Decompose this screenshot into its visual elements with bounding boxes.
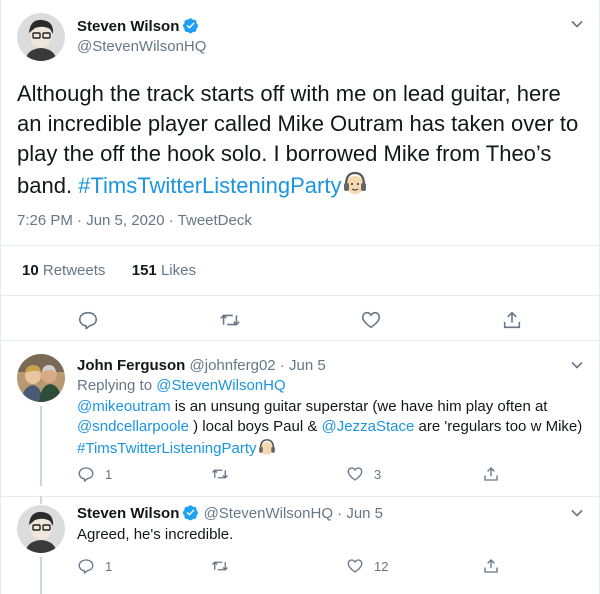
- avatar[interactable]: [17, 505, 65, 553]
- reply-button[interactable]: 1: [77, 557, 112, 575]
- timestamp: 7:26 PM · Jun 5, 2020 · TweetDeck: [17, 212, 252, 229]
- mention-link[interactable]: @StevenWilsonHQ: [156, 377, 285, 394]
- author-block: Steven Wilson @StevenWilsonHQ · Jun 5: [77, 504, 383, 524]
- author-block: Steven Wilson @StevenWilsonHQ: [77, 17, 206, 57]
- hashtag-link[interactable]: #TimsTwitterListeningParty: [78, 173, 341, 198]
- reply-icon[interactable]: [77, 309, 99, 331]
- share-icon: [484, 467, 498, 481]
- likes-stat[interactable]: 151 Likes: [132, 262, 196, 279]
- like-icon: [347, 559, 363, 573]
- like-icon: [347, 467, 363, 481]
- chevron-down-icon[interactable]: [570, 17, 584, 31]
- reply-count: 1: [105, 466, 113, 482]
- verified-icon: [182, 504, 199, 521]
- display-name[interactable]: John Ferguson: [77, 357, 185, 374]
- share-button[interactable]: [482, 465, 510, 483]
- like-icon[interactable]: [360, 309, 382, 331]
- share-button[interactable]: [482, 557, 510, 575]
- retweet-icon: [212, 561, 228, 571]
- tweet-date[interactable]: · Jun 5: [337, 505, 383, 522]
- tweet-stats: 10 Retweets 151 Likes: [22, 262, 196, 279]
- retweet-button[interactable]: [211, 465, 239, 483]
- tweet-source[interactable]: TweetDeck: [178, 212, 252, 229]
- like-button[interactable]: 12: [346, 557, 388, 575]
- reply-button[interactable]: 1: [77, 465, 112, 483]
- divider: [1, 496, 600, 497]
- share-icon[interactable]: [501, 309, 523, 331]
- reply-count: 1: [105, 558, 113, 574]
- reply-text: @mikeoutram is an unsung guitar supersta…: [77, 397, 587, 463]
- reply-text: Agreed, he's incredible.: [77, 526, 234, 543]
- retweet-icon[interactable]: [219, 309, 241, 331]
- headphones-emoji: [341, 169, 369, 205]
- handle[interactable]: @StevenWilsonHQ: [204, 505, 333, 522]
- share-icon: [484, 559, 498, 573]
- divider: [1, 340, 600, 341]
- thread-line: [40, 496, 42, 504]
- divider: [1, 295, 600, 296]
- replying-to: Replying to @StevenWilsonHQ: [77, 377, 286, 394]
- like-count: 3: [374, 466, 382, 482]
- thread-line: [40, 557, 42, 594]
- retweets-stat[interactable]: 10 Retweets: [22, 262, 105, 279]
- retweet-icon: [212, 469, 228, 479]
- avatar[interactable]: [17, 354, 65, 402]
- tweet-thread: Steven Wilson @StevenWilsonHQ Although t…: [0, 0, 600, 594]
- like-button[interactable]: 3: [346, 465, 381, 483]
- divider: [1, 245, 600, 246]
- mention-link[interactable]: @mikeoutram: [77, 398, 171, 415]
- hashtag-link[interactable]: #TimsTwitterListeningParty: [77, 440, 257, 457]
- handle[interactable]: @johnferg02: [190, 357, 276, 374]
- thread-line: [40, 406, 42, 486]
- headphones-emoji: [257, 437, 277, 463]
- tweet-date[interactable]: · Jun 5: [280, 357, 326, 374]
- avatar[interactable]: [17, 13, 65, 61]
- display-name[interactable]: Steven Wilson: [77, 505, 179, 522]
- mention-link[interactable]: @sndcellarpoole: [77, 418, 189, 435]
- chevron-down-icon[interactable]: [570, 506, 584, 520]
- display-name[interactable]: Steven Wilson: [77, 18, 179, 35]
- handle[interactable]: @StevenWilsonHQ: [77, 37, 206, 57]
- tweet-text: Although the track starts off with me on…: [17, 79, 587, 205]
- author-block: John Ferguson @johnferg02 · Jun 5: [77, 356, 326, 376]
- mention-link[interactable]: @JezzaStace: [322, 418, 415, 435]
- verified-icon: [182, 17, 199, 34]
- retweet-button[interactable]: [211, 557, 239, 575]
- tweet-time[interactable]: 7:26 PM · Jun 5, 2020 ·: [17, 212, 178, 229]
- reply-icon: [78, 559, 94, 574]
- chevron-down-icon[interactable]: [570, 358, 584, 372]
- reply-icon: [78, 467, 94, 482]
- like-count: 12: [374, 558, 389, 574]
